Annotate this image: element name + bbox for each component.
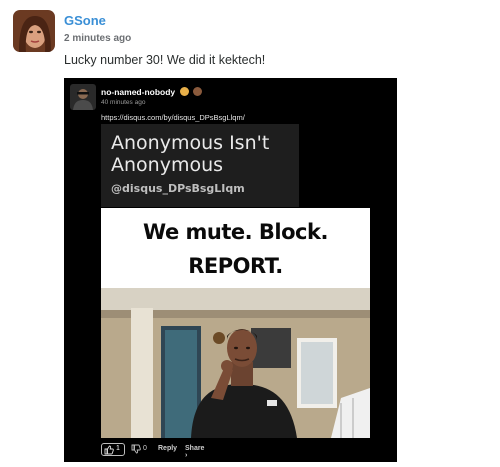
thumbs-down-icon bbox=[131, 444, 141, 454]
embedded-time: 40 minutes ago bbox=[101, 99, 146, 106]
upvote-count: 1 bbox=[116, 445, 120, 452]
gif-scene bbox=[101, 288, 370, 438]
emoji-icon bbox=[192, 87, 202, 96]
anonymous-card: Anonymous Isn't Anonymous @disqus_DPsBsg… bbox=[101, 124, 299, 207]
embedded-author: no-named-nobody bbox=[101, 87, 202, 97]
avatar[interactable] bbox=[13, 10, 55, 52]
emoji-icon bbox=[179, 87, 189, 96]
gif-image: We mute. Block. REPORT. bbox=[101, 208, 370, 438]
embedded-author-name: no-named-nobody bbox=[101, 87, 176, 97]
embedded-avatar bbox=[70, 84, 96, 110]
card-title: Anonymous Isn't Anonymous bbox=[111, 132, 270, 176]
comment-message: Lucky number 30! We did it kektech! bbox=[64, 53, 266, 67]
embedded-image[interactable]: no-named-nobody 40 minutes ago https://d… bbox=[64, 78, 397, 462]
reply-label: Reply bbox=[158, 445, 178, 452]
share-label: Share › bbox=[185, 445, 205, 459]
upvote-button: 1 bbox=[101, 443, 125, 456]
comment-author[interactable]: GSone bbox=[64, 13, 106, 28]
thumbs-up-icon bbox=[104, 445, 114, 455]
downvote-count: 0 bbox=[143, 445, 147, 452]
comment-time[interactable]: 2 minutes ago bbox=[64, 33, 131, 44]
gif-caption-line1: We mute. Block. bbox=[143, 220, 328, 244]
gif-caption-line2: REPORT. bbox=[188, 254, 283, 278]
embedded-link: https://disqus.com/by/disqus_DPsBsgLlqm/ bbox=[101, 113, 245, 122]
card-handle: @disqus_DPsBsgLIqm bbox=[111, 182, 245, 195]
